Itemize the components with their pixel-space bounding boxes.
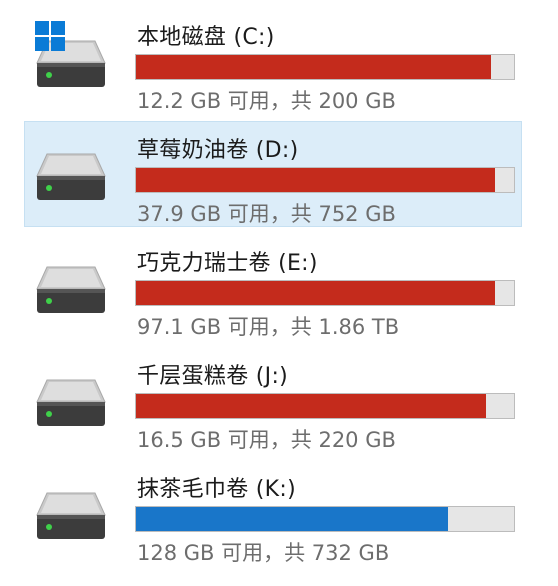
hard-drive-icon (35, 376, 107, 428)
drive-space-text: 16.5 GB 可用，共 220 GB (137, 428, 396, 452)
usage-bar (135, 393, 515, 419)
drive-item-d[interactable]: 草莓奶油卷 (D:) 37.9 GB 可用，共 752 GB (24, 121, 522, 227)
usage-bar (135, 280, 515, 306)
drive-name: 本地磁盘 (C:) (137, 25, 275, 50)
drive-name: 抹茶毛巾卷 (K:) (137, 477, 296, 502)
usage-fill (136, 507, 448, 531)
usage-bar (135, 506, 515, 532)
drive-space-text: 97.1 GB 可用，共 1.86 TB (137, 315, 400, 339)
drive-item-j[interactable]: 千层蛋糕卷 (J:) 16.5 GB 可用，共 220 GB (24, 347, 522, 453)
hard-drive-icon (35, 150, 107, 202)
drive-name: 巧克力瑞士卷 (E:) (137, 251, 318, 276)
windows-logo-icon (35, 21, 65, 51)
usage-fill (136, 55, 491, 79)
drive-list: 本地磁盘 (C:) 12.2 GB 可用，共 200 GB 草莓奶油卷 (D:)… (0, 0, 558, 586)
usage-fill (136, 394, 486, 418)
usage-bar (135, 54, 515, 80)
drive-item-c[interactable]: 本地磁盘 (C:) 12.2 GB 可用，共 200 GB (24, 8, 522, 114)
usage-fill (136, 281, 495, 305)
drive-item-k[interactable]: 抹茶毛巾卷 (K:) 128 GB 可用，共 732 GB (24, 460, 522, 566)
drive-name: 千层蛋糕卷 (J:) (137, 364, 289, 389)
drive-item-e[interactable]: 巧克力瑞士卷 (E:) 97.1 GB 可用，共 1.86 TB (24, 234, 522, 340)
hard-drive-icon (35, 263, 107, 315)
usage-fill (136, 168, 496, 192)
hard-drive-icon (35, 489, 107, 541)
usage-bar (135, 167, 515, 193)
drive-space-text: 12.2 GB 可用，共 200 GB (137, 89, 396, 113)
drive-space-text: 37.9 GB 可用，共 752 GB (137, 202, 396, 226)
drive-space-text: 128 GB 可用，共 732 GB (137, 541, 390, 565)
drive-name: 草莓奶油卷 (D:) (137, 138, 299, 163)
